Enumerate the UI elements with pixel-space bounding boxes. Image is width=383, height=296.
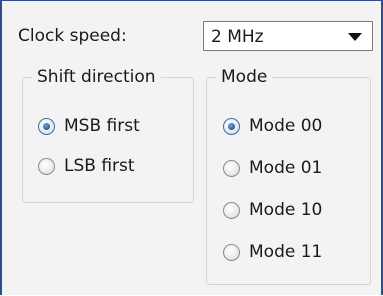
radio-mode-10-label: Mode 10 (249, 200, 323, 220)
radio-mode-10[interactable]: Mode 10 (223, 200, 322, 220)
clock-speed-label: Clock speed: (18, 26, 127, 46)
mode-group: Mode Mode 00 Mode 01 Mode 10 Mode 11 (206, 66, 371, 285)
clock-speed-value: 2 MHz (211, 27, 264, 47)
shift-direction-title: Shift direction (32, 66, 161, 88)
clock-speed-dropdown[interactable]: 2 MHz (203, 21, 373, 51)
radio-button-icon[interactable] (223, 159, 240, 177)
mode-title: Mode (216, 66, 273, 88)
radio-msb-first-label: MSB first (64, 116, 140, 136)
radio-button-icon[interactable] (38, 117, 55, 135)
radio-button-icon[interactable] (223, 201, 240, 219)
radio-msb-first[interactable]: MSB first (38, 116, 140, 136)
radio-lsb-first-label: LSB first (64, 156, 135, 176)
chevron-down-icon[interactable] (348, 33, 362, 41)
radio-mode-00-label: Mode 00 (249, 116, 323, 136)
radio-lsb-first[interactable]: LSB first (38, 156, 135, 176)
radio-mode-11[interactable]: Mode 11 (223, 242, 322, 262)
radio-mode-01[interactable]: Mode 01 (223, 158, 322, 178)
shift-direction-group: Shift direction MSB first LSB first (22, 66, 194, 203)
settings-panel: Clock speed: 2 MHz Shift direction MSB f… (0, 0, 383, 295)
radio-mode-00[interactable]: Mode 00 (223, 116, 322, 136)
radio-button-icon[interactable] (223, 117, 240, 135)
radio-button-icon[interactable] (223, 243, 240, 261)
radio-mode-01-label: Mode 01 (249, 158, 323, 178)
radio-mode-11-label: Mode 11 (249, 242, 323, 262)
radio-button-icon[interactable] (38, 157, 55, 175)
